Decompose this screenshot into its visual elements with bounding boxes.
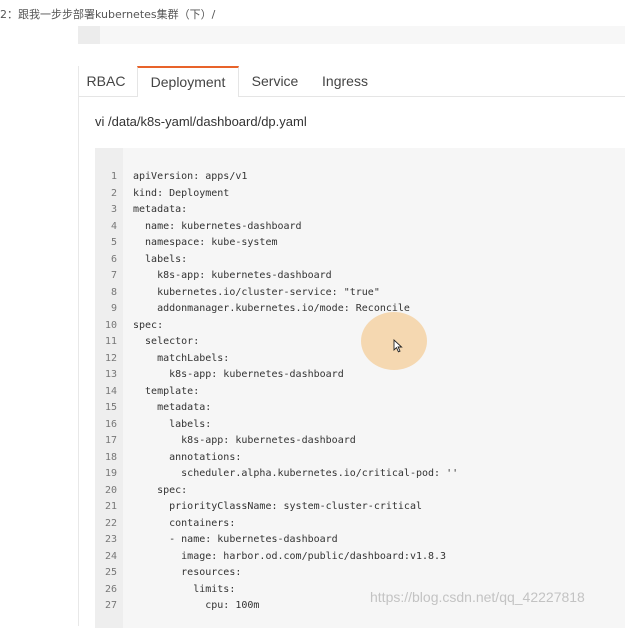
code-text: selector:	[133, 336, 200, 347]
tab-bar: RBAC Deployment Service Ingress	[79, 66, 625, 97]
code-line: 17 k8s-app: kubernetes-dashboard	[95, 433, 625, 450]
code-text: labels:	[133, 418, 212, 430]
code-line: 9 addonmanager.kubernetes.io/mode: Recon…	[95, 301, 625, 318]
line-number: 10	[104, 319, 117, 331]
line-number: 15	[104, 402, 117, 413]
line-number: 14	[104, 385, 117, 397]
watermark: https://blog.csdn.net/qq_42227818	[370, 589, 585, 605]
code-line: 14 template:	[95, 384, 625, 401]
code-line: 22 containers:	[95, 516, 625, 533]
code-text: kind: Deployment	[133, 187, 230, 199]
code-text: metadata:	[133, 402, 212, 413]
file-path-caption: vi /data/k8s-yaml/dashboard/dp.yaml	[95, 114, 307, 129]
code-line: 1 apiVersion: apps/v1	[95, 169, 625, 186]
code-text: k8s-app: kubernetes-dashboard	[133, 435, 356, 446]
code-line: 15 metadata:	[95, 400, 625, 417]
line-number: 19	[104, 468, 117, 479]
breadcrumb[interactable]: 2：跟我一步步部署kubernetes集群（下）/	[0, 6, 215, 22]
code-line: 3 metadata:	[95, 202, 625, 219]
code-line: 5 namespace: kube-system	[95, 235, 625, 252]
code-line: 24 image: harbor.od.com/public/dashboard…	[95, 549, 625, 566]
code-line: 19 scheduler.alpha.kubernetes.io/critica…	[95, 466, 625, 483]
line-number: 18	[104, 451, 117, 463]
line-number: 17	[104, 435, 117, 446]
line-number: 16	[104, 418, 117, 430]
code-text: apiVersion: apps/v1	[133, 171, 248, 182]
code-text: metadata:	[133, 204, 188, 215]
code-line: 25 resources:	[95, 565, 625, 582]
line-number: 7	[110, 270, 117, 281]
code-line: 6 labels:	[95, 252, 625, 269]
code-text: resources:	[133, 567, 242, 578]
line-number: 24	[104, 550, 117, 562]
code-text: priorityClassName: system-cluster-critic…	[133, 501, 422, 512]
code-text: k8s-app: kubernetes-dashboard	[133, 270, 332, 281]
code-text: scheduler.alpha.kubernetes.io/critical-p…	[133, 468, 459, 479]
code-text: matchLabels:	[133, 352, 230, 364]
code-line: 11 selector:	[95, 334, 625, 351]
line-number: 6	[110, 253, 117, 265]
code-line: 10 spec:	[95, 318, 625, 335]
code-text: limits:	[133, 583, 236, 595]
code-line: 16 labels:	[95, 417, 625, 434]
tab-rbac[interactable]: RBAC	[79, 66, 133, 96]
tab-deployment[interactable]: Deployment	[137, 66, 239, 97]
code-text: image: harbor.od.com/public/dashboard:v1…	[133, 550, 447, 562]
code-text: kubernetes.io/cluster-service: "true"	[133, 286, 380, 298]
code-line: 7 k8s-app: kubernetes-dashboard	[95, 268, 625, 285]
line-number: 23	[104, 534, 117, 545]
code-text: template:	[133, 385, 200, 397]
code-text: annotations:	[133, 451, 242, 463]
line-number: 22	[104, 517, 117, 529]
code-line: 23 - name: kubernetes-dashboard	[95, 532, 625, 549]
top-bar: 2：跟我一步步部署kubernetes集群（下）/	[0, 0, 625, 26]
line-number: 5	[110, 237, 117, 248]
previous-code-gutter	[78, 26, 100, 44]
code-text: k8s-app: kubernetes-dashboard	[133, 369, 344, 380]
line-number: 20	[104, 484, 117, 496]
code-text: cpu: 100m	[133, 600, 260, 611]
line-number: 11	[104, 336, 117, 347]
line-number: 8	[110, 286, 117, 298]
tabbed-code-card: RBAC Deployment Service Ingress vi /data…	[78, 66, 625, 628]
line-number: 25	[104, 567, 117, 578]
code-text: - name: kubernetes-dashboard	[133, 534, 338, 545]
line-number: 21	[104, 501, 117, 512]
tab-service[interactable]: Service	[243, 66, 307, 96]
line-number: 1	[110, 171, 117, 182]
line-number: 9	[110, 303, 117, 314]
code-text: spec:	[133, 319, 164, 331]
line-number: 4	[110, 220, 117, 232]
code-line: 20 spec:	[95, 483, 625, 500]
line-number: 13	[104, 369, 117, 380]
line-number: 2	[110, 187, 117, 199]
code-text: name: kubernetes-dashboard	[133, 220, 302, 232]
code-line: 12 matchLabels:	[95, 351, 625, 368]
code-block[interactable]: 1 apiVersion: apps/v1 2 kind: Deployment 3 me…	[95, 148, 625, 628]
line-number: 27	[104, 600, 117, 611]
code-line: 2 kind: Deployment	[95, 186, 625, 203]
mouse-pointer-icon	[393, 339, 403, 353]
code-text: addonmanager.kubernetes.io/mode: Reconci…	[133, 303, 410, 314]
code-line: 4 name: kubernetes-dashboard	[95, 219, 625, 236]
code-text: spec:	[133, 484, 188, 496]
code-line: 13 k8s-app: kubernetes-dashboard	[95, 367, 625, 384]
code-line: 8 kubernetes.io/cluster-service: "true"	[95, 285, 625, 302]
code-line: 21 priorityClassName: system-cluster-cri…	[95, 499, 625, 516]
tab-ingress[interactable]: Ingress	[313, 66, 377, 96]
line-number: 3	[110, 204, 117, 215]
previous-code-block-bottom	[78, 26, 625, 44]
code-text: namespace: kube-system	[133, 237, 278, 248]
code-line: 18 annotations:	[95, 450, 625, 467]
code-text: containers:	[133, 517, 236, 529]
line-number: 12	[104, 352, 117, 364]
code-text: labels:	[133, 253, 188, 265]
line-number: 26	[104, 583, 117, 595]
